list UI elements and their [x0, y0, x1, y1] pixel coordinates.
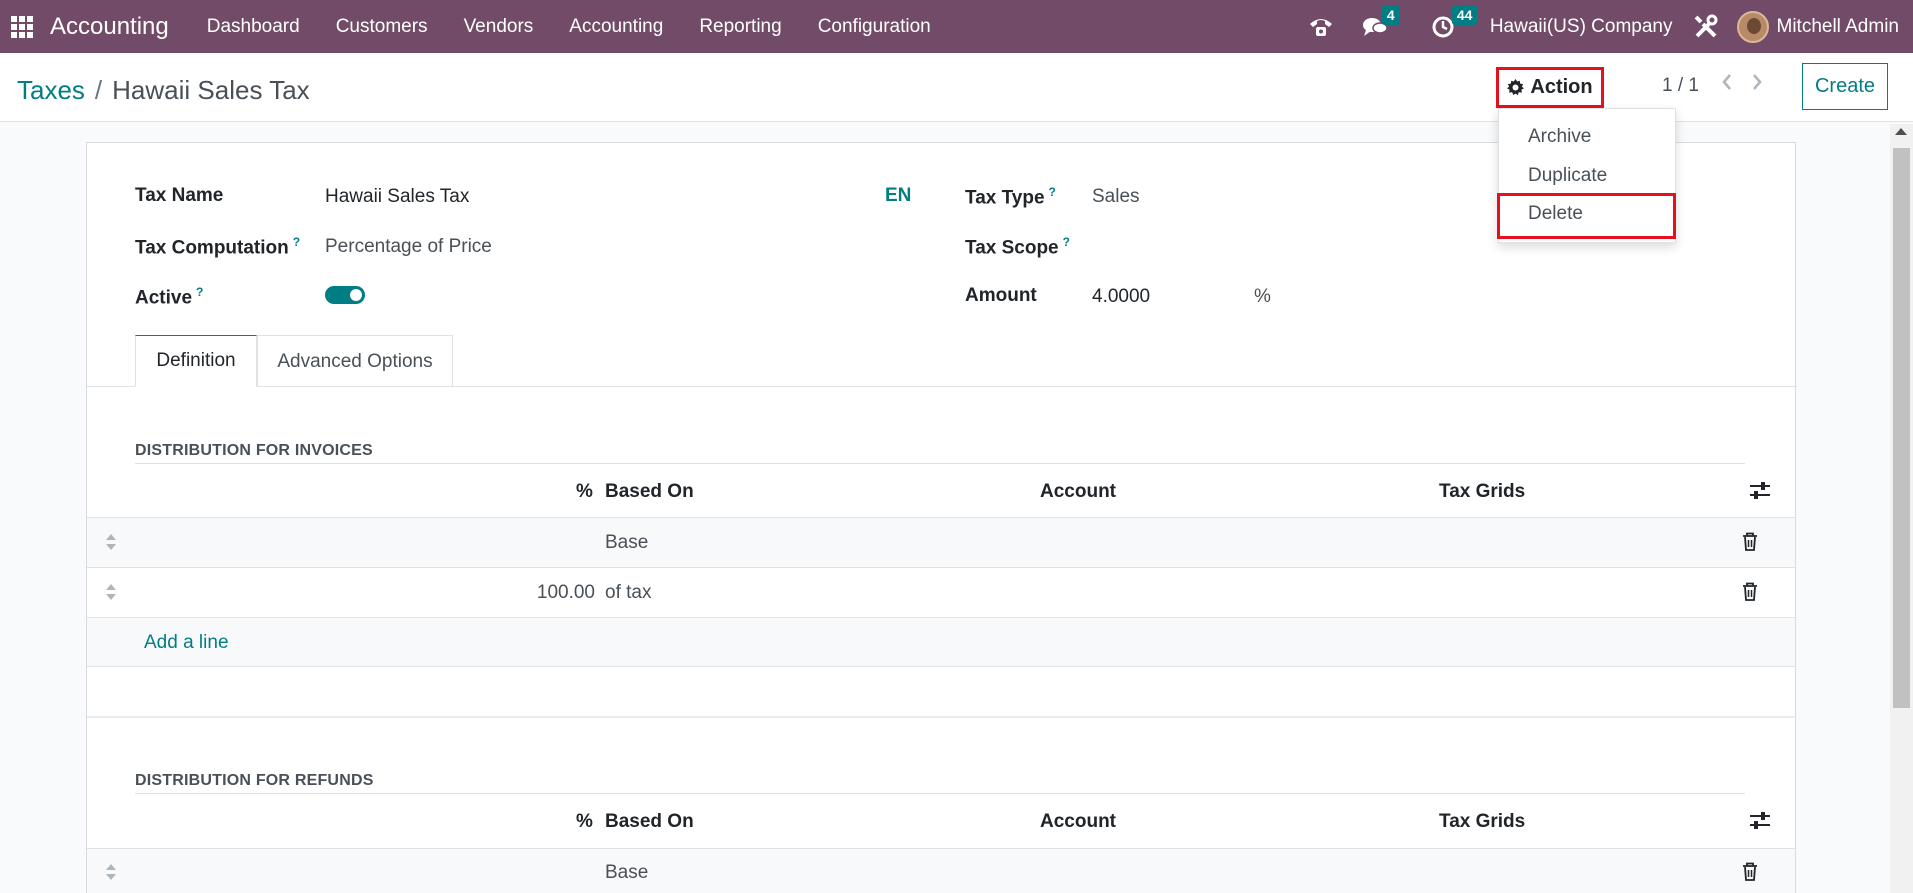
menu-accounting[interactable]: Accounting: [551, 16, 681, 38]
trash-icon[interactable]: [1742, 532, 1758, 556]
user-menu[interactable]: Mitchell Admin: [1777, 16, 1900, 38]
tax-type-label: Tax Type?: [965, 185, 1056, 209]
activities-badge: 44: [1451, 4, 1478, 25]
tab-definition[interactable]: Definition: [135, 335, 257, 387]
top-navbar: Accounting Dashboard Customers Vendors A…: [0, 0, 1913, 53]
trash-icon[interactable]: [1742, 862, 1758, 886]
company-switcher[interactable]: Hawaii(US) Company: [1490, 16, 1673, 38]
column-based-on[interactable]: Based On: [605, 811, 694, 833]
drag-handle-icon[interactable]: [105, 863, 117, 886]
tax-scope-label: Tax Scope?: [965, 235, 1070, 259]
help-icon[interactable]: ?: [196, 285, 203, 299]
tax-name-field[interactable]: Hawaii Sales Tax: [325, 186, 469, 208]
tab-advanced-options[interactable]: Advanced Options: [257, 335, 453, 387]
active-label: Active?: [135, 285, 204, 309]
help-icon[interactable]: ?: [293, 235, 300, 249]
chevron-right-icon[interactable]: [1750, 72, 1764, 97]
column-settings-icon[interactable]: [1749, 481, 1771, 506]
column-tax-grids[interactable]: Tax Grids: [1439, 481, 1525, 503]
active-toggle[interactable]: [325, 286, 365, 304]
gear-icon: [1507, 79, 1525, 96]
trash-icon[interactable]: [1742, 582, 1758, 606]
breadcrumb-taxes-link[interactable]: Taxes: [17, 75, 85, 106]
drag-handle-icon[interactable]: [105, 583, 117, 606]
scroll-up-arrow-icon[interactable]: [1895, 128, 1907, 135]
chat-icon[interactable]: 4: [1362, 4, 1400, 38]
help-icon[interactable]: ?: [1049, 185, 1056, 199]
tools-icon[interactable]: [1693, 14, 1719, 40]
help-icon[interactable]: ?: [1063, 235, 1070, 249]
section-divider: [135, 463, 1745, 464]
based-on-cell[interactable]: of tax: [605, 582, 651, 604]
menu-dashboard[interactable]: Dashboard: [189, 16, 318, 38]
drag-handle-icon[interactable]: [105, 533, 117, 556]
menu-vendors[interactable]: Vendors: [446, 16, 552, 38]
column-based-on[interactable]: Based On: [605, 481, 694, 503]
tax-name-label: Tax Name: [135, 185, 224, 206]
column-percent[interactable]: %: [576, 811, 593, 833]
form-sheet: Tax Name Hawaii Sales Tax EN Tax Computa…: [86, 142, 1797, 893]
table-row[interactable]: Base: [87, 517, 1795, 567]
amount-unit: %: [1254, 286, 1271, 307]
duplicate-menu-item[interactable]: Duplicate: [1528, 165, 1607, 187]
action-button-label: Action: [1530, 76, 1593, 98]
menu-customers[interactable]: Customers: [318, 16, 446, 38]
column-account[interactable]: Account: [1040, 811, 1116, 833]
column-settings-icon[interactable]: [1749, 811, 1771, 836]
based-on-cell[interactable]: Base: [605, 532, 648, 554]
breadcrumb-current: Hawaii Sales Tax: [112, 75, 310, 105]
invoices-section-title: DISTRIBUTION FOR INVOICES: [135, 442, 373, 459]
pager-value[interactable]: 1 / 1: [1662, 75, 1699, 97]
table-row[interactable]: Base: [87, 848, 1795, 893]
avatar[interactable]: [1736, 10, 1769, 43]
percent-cell[interactable]: 100.00: [537, 582, 595, 604]
add-line-link[interactable]: Add a line: [144, 632, 229, 654]
menu-configuration[interactable]: Configuration: [800, 16, 949, 38]
scrollbar-thumb[interactable]: [1893, 148, 1910, 708]
refunds-section-title: DISTRIBUTION FOR REFUNDS: [135, 772, 374, 789]
app-brand[interactable]: Accounting: [50, 13, 169, 41]
create-button[interactable]: Create: [1802, 63, 1888, 110]
amount-field[interactable]: 4.0000: [1092, 286, 1150, 308]
action-dropdown-menu: Archive Duplicate Delete: [1497, 108, 1676, 243]
phone-icon[interactable]: [1308, 16, 1334, 38]
breadcrumb: Taxes / Hawaii Sales Tax: [17, 75, 310, 106]
chevron-left-icon[interactable]: [1720, 72, 1734, 97]
column-tax-grids[interactable]: Tax Grids: [1439, 811, 1525, 833]
breadcrumb-separator: /: [94, 75, 103, 105]
section-divider: [135, 793, 1745, 794]
based-on-cell[interactable]: Base: [605, 862, 648, 884]
add-line-row: Add a line: [87, 617, 1795, 667]
tax-computation-field[interactable]: Percentage of Price: [325, 236, 492, 258]
menu-reporting[interactable]: Reporting: [681, 16, 799, 38]
column-percent[interactable]: %: [576, 481, 593, 503]
action-button[interactable]: Action: [1496, 67, 1604, 108]
tax-type-field[interactable]: Sales: [1092, 186, 1140, 208]
archive-menu-item[interactable]: Archive: [1528, 126, 1591, 148]
apps-grid-icon[interactable]: [11, 15, 33, 38]
language-button[interactable]: EN: [885, 185, 911, 207]
delete-highlight-box: [1497, 193, 1676, 239]
amount-label: Amount: [965, 285, 1037, 306]
column-account[interactable]: Account: [1040, 481, 1116, 503]
clock-icon[interactable]: 44: [1432, 4, 1478, 38]
messages-badge: 4: [1381, 4, 1400, 25]
table-row[interactable]: 100.00 of tax: [87, 567, 1795, 617]
tax-computation-label: Tax Computation?: [135, 235, 301, 259]
section-separator: [87, 716, 1795, 718]
